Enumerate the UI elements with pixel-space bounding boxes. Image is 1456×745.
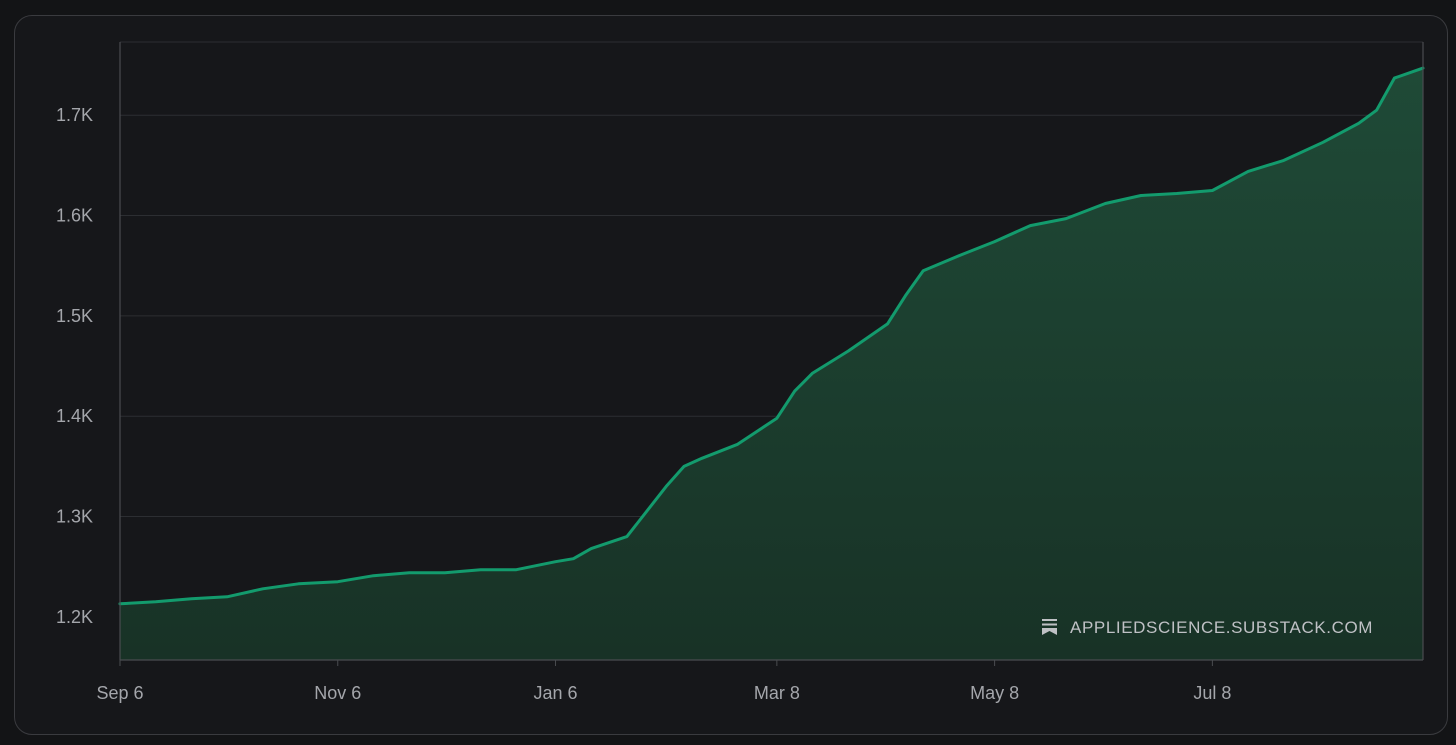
y-tick-label: 1.4K — [56, 406, 93, 426]
y-tick-label: 1.2K — [56, 607, 93, 627]
watermark-text: APPLIEDSCIENCE.SUBSTACK.COM — [1070, 618, 1373, 637]
x-tick-label: May 8 — [970, 683, 1019, 703]
x-tick-label: Mar 8 — [754, 683, 800, 703]
watermark: APPLIEDSCIENCE.SUBSTACK.COM — [1042, 618, 1373, 637]
x-tick-label: Jan 6 — [533, 683, 577, 703]
y-tick-label: 1.3K — [56, 507, 93, 527]
x-tick-label: Jul 8 — [1193, 683, 1231, 703]
growth-area-chart: 1.2K 1.3K 1.4K 1.5K 1.6K 1.7K Sep 6 Nov 6 Jan 6… — [56, 41, 1425, 703]
series-area — [120, 68, 1423, 661]
x-tick-label: Sep 6 — [96, 683, 143, 703]
y-tick-label: 1.7K — [56, 105, 93, 125]
x-axis-ticks: Sep 6 Nov 6 Jan 6 Mar 8 May 8 Jul 8 — [96, 660, 1231, 703]
y-tick-label: 1.5K — [56, 306, 93, 326]
x-tick-label: Nov 6 — [314, 683, 361, 703]
y-axis-ticks: 1.2K 1.3K 1.4K 1.5K 1.6K 1.7K — [56, 105, 93, 627]
y-tick-label: 1.6K — [56, 206, 93, 226]
